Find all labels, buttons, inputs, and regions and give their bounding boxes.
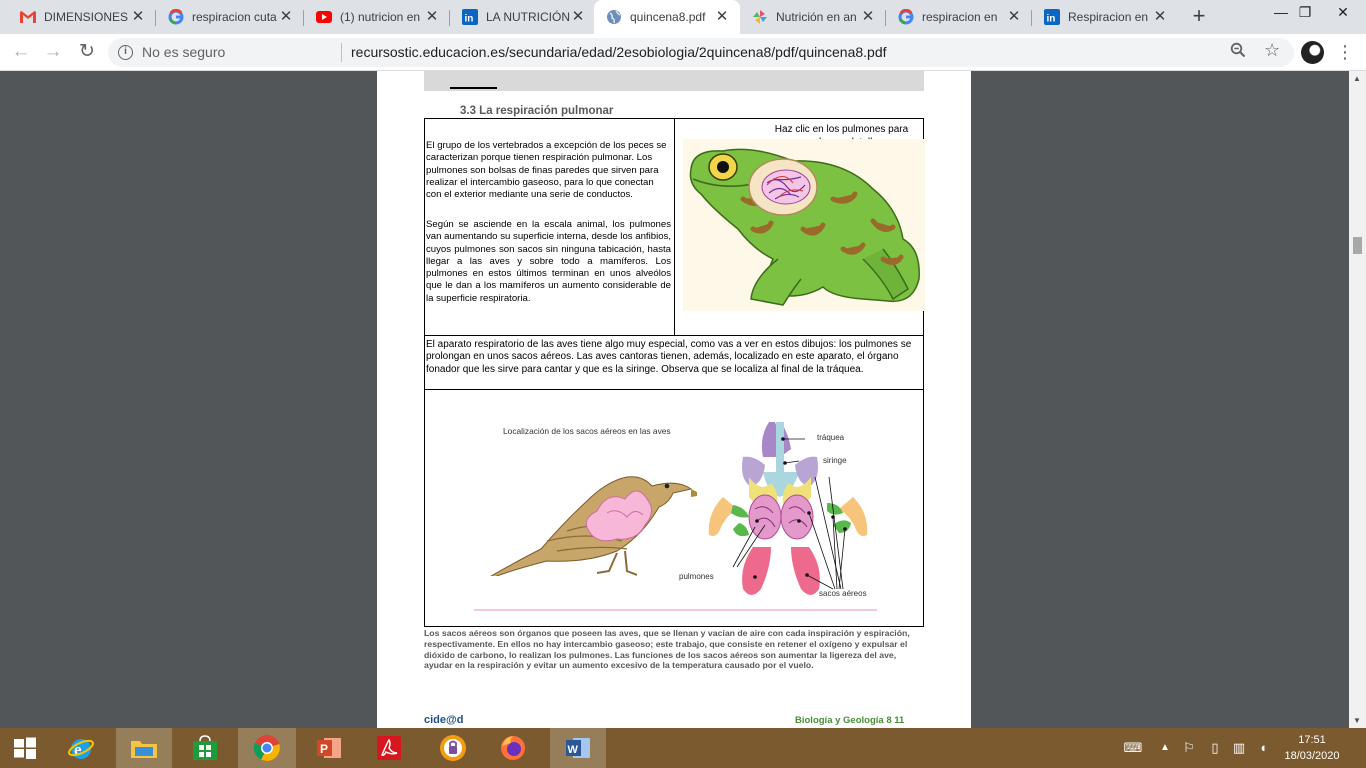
tab-title: Nutrición en an (776, 10, 857, 24)
tab-respiracion-en-linkedin[interactable]: in Respiracion en ✕ (1032, 0, 1178, 34)
back-button[interactable]: ← (8, 40, 34, 66)
air-sacs-diagram (708, 422, 868, 595)
reload-button[interactable]: ↻ (74, 40, 100, 66)
tab-title: (1) nutricion en (340, 10, 421, 24)
pdf-viewport: 3.3 La respiración pulmonar El grupo de … (0, 71, 1366, 728)
gmail-icon (20, 9, 36, 25)
google-icon (898, 9, 914, 25)
chrome-icon[interactable] (238, 728, 296, 768)
label-trachea: tráquea (817, 433, 845, 442)
close-tab-icon[interactable]: ✕ (860, 9, 876, 25)
tab-title: Respiracion en (1068, 10, 1149, 24)
reload-icon: ↻ (79, 41, 95, 62)
taskbar-clock[interactable]: 17:51 18/03/2020 (1284, 732, 1340, 764)
page-footer: Biología y Geología 8 11 (795, 715, 905, 726)
tab-title: respiracion cuta (192, 10, 277, 24)
clock-date: 18/03/2020 (1284, 750, 1340, 762)
tab-title: quincena8.pdf (630, 10, 706, 24)
section-title: 3.3 La respiración pulmonar (460, 105, 614, 117)
cidead-logo: cide@d (424, 714, 464, 726)
tab-title: respiracion en (922, 10, 998, 24)
powerpoint-icon[interactable]: P (304, 728, 354, 768)
close-tab-icon[interactable]: ✕ (570, 9, 586, 25)
network-icon[interactable]: ▥ (1228, 728, 1250, 768)
scroll-down-icon[interactable]: ▼ (1353, 716, 1361, 725)
svg-text:P: P (320, 742, 328, 756)
tab-strip: DIMENSIONES ✕ respiracion cuta ✕ (1) nut… (0, 0, 1366, 34)
youtube-icon (316, 9, 332, 25)
acrobat-icon[interactable] (364, 728, 414, 768)
bookmark-star-icon[interactable]: ☆ (1264, 40, 1280, 61)
tab-nutricion-animales[interactable]: Nutrición en an ✕ (740, 0, 886, 34)
tab-respiracion-en-google[interactable]: respiracion en ✕ (886, 0, 1032, 34)
forward-arrow-icon: → (43, 41, 63, 62)
close-tab-icon[interactable]: ✕ (130, 9, 146, 25)
windows-start-icon[interactable] (0, 728, 50, 768)
paragraph-sacos-aereos: Los sacos aéreos son órganos que poseen … (424, 628, 910, 671)
close-window-button[interactable]: ✕ (1320, 0, 1366, 28)
paragraph-vertebrados: El grupo de los vertebrados a excepción … (426, 140, 667, 201)
linkedin-icon: in (1044, 9, 1060, 25)
tab-quincena8-pdf[interactable]: quincena8.pdf ✕ (594, 0, 740, 34)
pinwheel-icon (752, 9, 768, 25)
internet-explorer-icon[interactable]: e (56, 728, 106, 768)
browser-menu-icon[interactable]: ⋮ (1336, 41, 1354, 64)
tab-title: DIMENSIONES (44, 10, 129, 24)
browser-toolbar: ← → ↻ i No es seguro recursostic.educaci… (0, 34, 1366, 71)
svg-text:in: in (1047, 14, 1056, 25)
google-icon (168, 9, 184, 25)
close-tab-icon[interactable]: ✕ (278, 9, 294, 25)
tab-title: LA NUTRICIÓN (486, 10, 570, 24)
word-icon[interactable]: W (550, 728, 606, 768)
figure-divider (474, 609, 877, 611)
svg-text:in: in (465, 14, 474, 25)
zoom-icon[interactable] (1230, 42, 1246, 63)
vertical-scrollbar[interactable]: ▲ ▼ (1349, 71, 1366, 728)
profile-avatar[interactable] (1301, 41, 1324, 64)
clock-time: 17:51 (1298, 734, 1326, 746)
scroll-thumb[interactable] (1353, 237, 1362, 254)
keyboard-icon[interactable]: ⌨ (1118, 728, 1148, 768)
close-tab-icon[interactable]: ✕ (714, 9, 730, 25)
firefox-icon[interactable] (488, 728, 538, 768)
back-arrow-icon: ← (11, 41, 31, 62)
label-syrinx: siringe (823, 456, 847, 465)
tab-nutricion-youtube[interactable]: (1) nutricion en ✕ (304, 0, 450, 34)
close-tab-icon[interactable]: ✕ (1152, 9, 1168, 25)
globe-icon (606, 9, 622, 25)
tab-dimensiones[interactable]: DIMENSIONES ✕ (8, 0, 156, 34)
show-hidden-icons-icon[interactable]: ▲ (1158, 728, 1172, 768)
action-flag-icon[interactable]: ⚐ (1180, 728, 1198, 768)
label-lungs: pulmones (679, 572, 714, 581)
power-icon[interactable]: ▯ (1204, 728, 1226, 768)
bird-figure-title: Localización de los sacos aéreos en las … (503, 426, 671, 436)
security-label[interactable]: No es seguro (142, 44, 225, 60)
header-underline (450, 87, 497, 89)
volume-icon[interactable]: ◖ (1252, 728, 1274, 768)
windows-taskbar: e P W ⌨ ▲ ⚐ ▯ ▥ ◖ 17:51 18/03/2020 (0, 728, 1366, 768)
frog-illustration[interactable] (683, 139, 925, 311)
address-bar[interactable]: i No es seguro recursostic.educacion.es/… (108, 38, 1294, 67)
close-tab-icon[interactable]: ✕ (424, 9, 440, 25)
omnibox-divider (341, 43, 342, 62)
forward-button[interactable]: → (40, 40, 66, 66)
file-explorer-icon[interactable] (116, 728, 172, 768)
tab-la-nutricion[interactable]: in LA NUTRICIÓN ✕ (450, 0, 596, 34)
bird-illustration (490, 476, 697, 576)
pdf-page: 3.3 La respiración pulmonar El grupo de … (377, 71, 971, 728)
store-icon[interactable] (180, 728, 230, 768)
close-tab-icon[interactable]: ✕ (1006, 9, 1022, 25)
scroll-up-icon[interactable]: ▲ (1353, 74, 1361, 83)
paragraph-aves: El aparato respiratorio de las aves tien… (426, 339, 912, 375)
url-text[interactable]: recursostic.educacion.es/secundaria/edad… (351, 44, 887, 60)
new-tab-button[interactable]: + (1186, 5, 1212, 29)
linkedin-icon: in (462, 9, 478, 25)
page-header-band (424, 71, 924, 91)
label-air-sacs: sacos aéreos (819, 589, 867, 598)
svg-text:W: W (568, 744, 579, 756)
tab-respiracion-cutanea[interactable]: respiracion cuta ✕ (156, 0, 304, 34)
vpn-shield-icon[interactable] (428, 728, 478, 768)
info-icon[interactable]: i (118, 45, 133, 60)
paragraph-escala-animal: Según se asciende en la escala animal, l… (426, 219, 671, 304)
